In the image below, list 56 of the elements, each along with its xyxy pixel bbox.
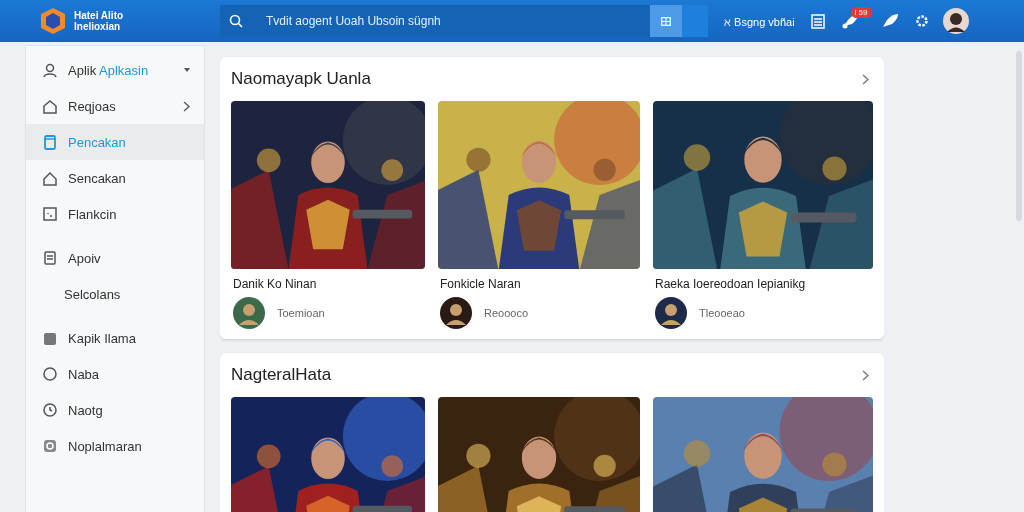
game-title[interactable]: Raeka Ioereodoan Iepianikg xyxy=(655,277,871,291)
sidebar-item[interactable]: Noplalmaran xyxy=(26,428,204,464)
notification-badge: i 59 xyxy=(850,7,872,18)
avatar-icon xyxy=(233,297,265,329)
game-title[interactable]: Danik Ko Ninan xyxy=(233,277,423,291)
search-field[interactable]: Tvdit aogent Uoah Ubsoin sügnh xyxy=(220,5,650,37)
people-icon xyxy=(42,61,58,79)
chevron-icon[interactable] xyxy=(862,369,869,381)
sidebar-label: Pencakan xyxy=(68,134,126,150)
list-icon[interactable] xyxy=(810,13,825,29)
sidebar-item[interactable]: Naotg xyxy=(26,392,204,428)
sidebar-item[interactable]: Flankcin xyxy=(26,196,204,232)
chevron-icon[interactable] xyxy=(862,73,869,85)
avatar-icon[interactable] xyxy=(942,8,969,34)
house-icon xyxy=(42,169,58,187)
sidebar-item[interactable]: Apoiv xyxy=(26,240,204,276)
brand-name: Hatei Alito xyxy=(74,10,124,21)
developer-name: Toemioan xyxy=(277,307,325,319)
section-title: Naomayapk Uanla xyxy=(231,69,371,89)
sidebar-item[interactable]: Selcolans xyxy=(26,276,204,312)
sidebar-label: Apoiv xyxy=(68,250,101,266)
caret-icon xyxy=(184,68,190,72)
sidebar-item[interactable]: Kapik Ilama xyxy=(26,320,204,356)
tablet-icon xyxy=(42,133,58,151)
search-icon xyxy=(229,14,243,28)
sidebar-label: Naotg xyxy=(68,402,103,418)
chevron-icon xyxy=(183,100,190,112)
section-title: NagteralHata xyxy=(231,365,332,385)
logo-icon xyxy=(40,7,66,35)
account-link[interactable]: ℵ Bsgng vbñai xyxy=(724,13,795,29)
brand-subtitle: Inelioxian xyxy=(74,21,122,32)
view-button[interactable] xyxy=(650,5,708,37)
sidebar-label: Reqjoas xyxy=(68,98,116,114)
avatar-icon xyxy=(440,297,472,329)
circle-icon xyxy=(42,365,58,383)
badge-icon xyxy=(42,437,58,455)
sidebar-label: Flankcin xyxy=(68,206,117,222)
sidebar-item[interactable]: Sencakan xyxy=(26,160,204,196)
avatar-icon xyxy=(655,297,687,329)
home-icon xyxy=(42,97,58,115)
developer-name: Tleooeao xyxy=(699,307,745,319)
settings-icon[interactable] xyxy=(914,14,929,28)
sidebar-label: Naba xyxy=(68,366,100,382)
sidebar-item[interactable]: Naba xyxy=(26,356,204,392)
sidebar-item[interactable]: Reqjoas xyxy=(26,88,204,124)
grid-icon xyxy=(661,16,671,26)
developer-name: Reoooco xyxy=(484,307,529,319)
sidebar-label: Kapik Ilama xyxy=(68,330,136,346)
game-title[interactable]: Fonkicle Naran xyxy=(440,277,638,291)
sidebar-title: Aplik Aplkasin xyxy=(68,62,149,78)
sidebar-header[interactable]: Aplik Aplkasin xyxy=(26,52,204,88)
clock-icon xyxy=(42,401,58,419)
frame-icon xyxy=(42,205,58,223)
document-icon xyxy=(42,249,58,267)
sidebar-label: Noplalmaran xyxy=(68,438,142,454)
sidebar-label: Sencakan xyxy=(68,170,126,186)
